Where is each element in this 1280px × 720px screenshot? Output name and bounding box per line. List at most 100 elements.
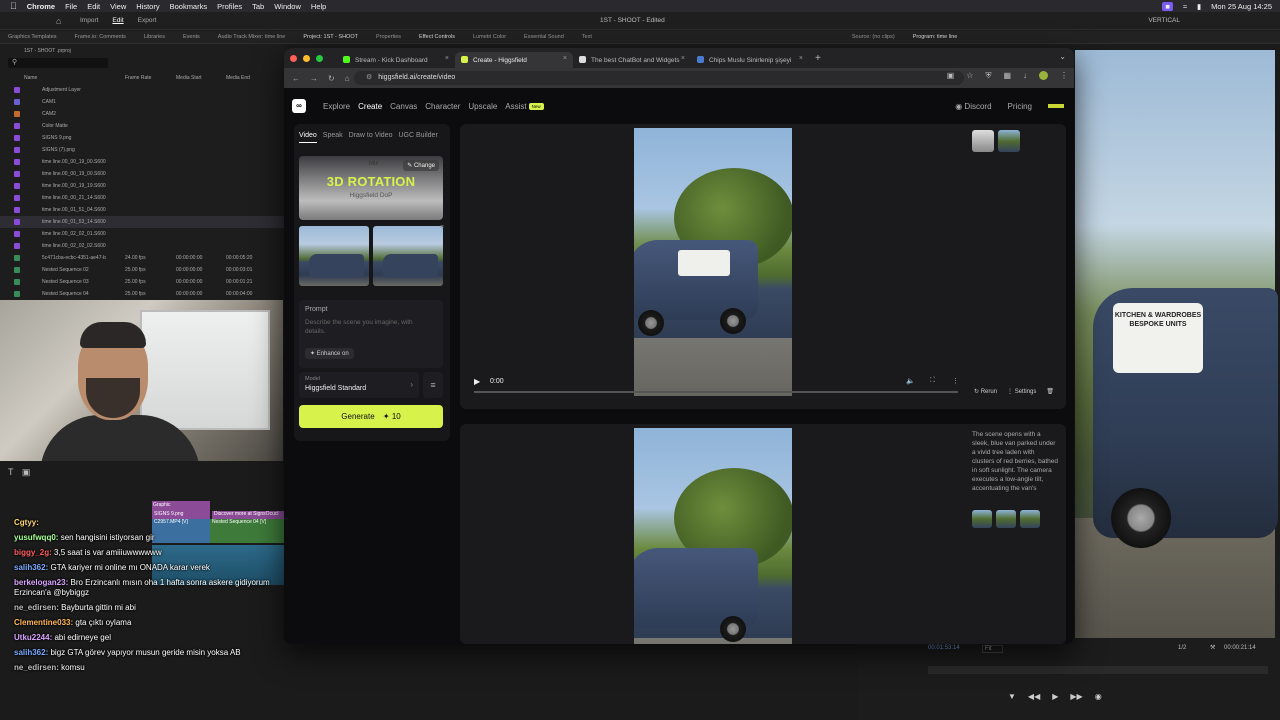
nav-character[interactable]: Character bbox=[425, 102, 460, 111]
prompt-input[interactable]: Describe the scene you imagine, with det… bbox=[305, 318, 433, 336]
column-media-start[interactable]: Media Start bbox=[176, 75, 202, 81]
browser-tab[interactable]: Create - Higgsfield × bbox=[455, 52, 573, 68]
label-color-swatch[interactable] bbox=[14, 255, 20, 261]
cast-icon[interactable]: ▣ bbox=[947, 71, 955, 81]
text-box-icon[interactable]: ▣ bbox=[22, 467, 31, 477]
project-item[interactable]: time line.00_01_53_14.S600 bbox=[0, 216, 285, 228]
menu-edit[interactable]: Edit bbox=[87, 2, 100, 11]
video-frame[interactable] bbox=[634, 428, 792, 644]
panel-tab[interactable]: Program: time line bbox=[913, 34, 958, 40]
browser-tab[interactable]: Chips Muslu Sinirlenip şişeyi × bbox=[691, 52, 809, 68]
battery-icon[interactable]: ▮ bbox=[1197, 2, 1201, 11]
step-back-icon[interactable]: ◀◀ bbox=[1028, 692, 1040, 701]
label-color-swatch[interactable] bbox=[14, 279, 20, 285]
step-forward-icon[interactable]: ▶▶ bbox=[1070, 692, 1082, 701]
home-icon[interactable]: ⌂ bbox=[345, 74, 350, 83]
tab-export[interactable]: Export bbox=[138, 17, 157, 24]
menu-bookmarks[interactable]: Bookmarks bbox=[170, 2, 208, 11]
panel-tab[interactable]: Libraries bbox=[144, 34, 165, 40]
nav-explore[interactable]: Explore bbox=[323, 102, 350, 111]
project-item[interactable]: Nested Sequence 03 25.00 fps 00:00:00:00 00… bbox=[0, 276, 285, 288]
tab-draw-to-video[interactable]: Draw to Video bbox=[349, 132, 393, 143]
panel-tab[interactable]: Project: 1ST - SHOOT bbox=[303, 34, 358, 40]
prompt-box[interactable]: Prompt Describe the scene you imagine, w… bbox=[299, 300, 443, 368]
play-icon[interactable]: ▶ bbox=[474, 377, 480, 386]
tab-import[interactable]: Import bbox=[80, 17, 98, 24]
shield-icon[interactable]: ⛨ bbox=[985, 71, 991, 81]
volume-icon[interactable]: 🔈 bbox=[906, 377, 915, 385]
panel-tab[interactable]: Properties bbox=[376, 34, 401, 40]
video-frame[interactable] bbox=[634, 128, 792, 396]
camera-icon[interactable]: ◉ bbox=[1095, 692, 1102, 701]
back-icon[interactable]: ← bbox=[292, 74, 300, 83]
panel-tab[interactable]: Graphics Templates bbox=[8, 34, 57, 40]
panel-tab[interactable]: Events bbox=[183, 34, 200, 40]
panel-tab[interactable]: Essential Sound bbox=[524, 34, 564, 40]
label-color-swatch[interactable] bbox=[14, 147, 20, 153]
change-effect-button[interactable]: ✎ Change bbox=[403, 160, 439, 171]
menu-window[interactable]: Window bbox=[274, 2, 301, 11]
asset-thumbnail[interactable] bbox=[998, 130, 1020, 152]
marker-icon[interactable]: ▼ bbox=[1008, 692, 1016, 701]
start-frame-thumbnail[interactable] bbox=[299, 226, 369, 286]
project-item[interactable]: CAM1 bbox=[0, 96, 285, 108]
rerun-button[interactable]: ↻ Rerun bbox=[974, 388, 997, 395]
asset-thumbnail[interactable] bbox=[972, 130, 994, 152]
scrub-bar[interactable] bbox=[928, 666, 1268, 674]
label-color-swatch[interactable] bbox=[14, 87, 20, 93]
panel-tab[interactable]: Source: (no clips) bbox=[852, 34, 895, 40]
project-search[interactable]: ⚲ bbox=[8, 58, 108, 68]
project-item[interactable]: time line.00_00_21_14.S600 bbox=[0, 192, 285, 204]
discord-link[interactable]: ◉ Discord bbox=[955, 102, 991, 111]
browser-tab[interactable]: Stream - Kick Dashboard × bbox=[337, 52, 455, 68]
column-name[interactable]: Name bbox=[24, 75, 37, 81]
project-item[interactable]: Color Matte bbox=[0, 120, 285, 132]
chat-username[interactable]: ne_edirsen: bbox=[14, 663, 59, 672]
label-color-swatch[interactable] bbox=[14, 135, 20, 141]
project-item[interactable]: time line.00_00_19_19.S600 bbox=[0, 180, 285, 192]
tab-video[interactable]: Video bbox=[299, 132, 317, 143]
label-color-swatch[interactable] bbox=[14, 123, 20, 129]
project-item[interactable]: time line.00_00_19_00.S600 bbox=[0, 156, 285, 168]
profile-avatar[interactable] bbox=[1039, 71, 1048, 80]
chat-username[interactable]: yusufwqq0: bbox=[14, 533, 58, 542]
new-tab-button[interactable]: + bbox=[815, 53, 821, 64]
nav-canvas[interactable]: Canvas bbox=[390, 102, 417, 111]
record-icon[interactable]: ■ bbox=[1162, 1, 1173, 11]
zoom-select[interactable]: Fit bbox=[982, 645, 1003, 653]
project-item[interactable]: SIGNS (7).png bbox=[0, 144, 285, 156]
menubar-clock[interactable]: Mon 25 Aug 14:25 bbox=[1211, 2, 1272, 11]
label-color-swatch[interactable] bbox=[14, 99, 20, 105]
apple-icon[interactable]:  bbox=[10, 1, 17, 11]
project-item[interactable]: Adjustment Layer bbox=[0, 84, 285, 96]
settings-button[interactable]: ⋮ Settings bbox=[1007, 388, 1036, 395]
extensions-icon[interactable]: ▦ bbox=[1003, 71, 1011, 81]
effect-card[interactable]: Mix ✎ Change 3D ROTATION Higgsfield DoP bbox=[299, 156, 443, 220]
menu-app-name[interactable]: Chrome bbox=[27, 2, 55, 11]
tab-ugc-builder[interactable]: UGC Builder bbox=[398, 132, 437, 143]
label-color-swatch[interactable] bbox=[14, 243, 20, 249]
delete-icon[interactable]: 🗑 bbox=[1046, 388, 1054, 395]
remove-frame-icon[interactable]: × bbox=[440, 224, 444, 231]
tab-speak[interactable]: Speak bbox=[323, 132, 343, 143]
close-tab-icon[interactable]: × bbox=[563, 55, 567, 62]
end-frame-thumbnail[interactable] bbox=[373, 226, 443, 286]
url-field[interactable]: ⚙ higgsfield.ai/create/video bbox=[354, 71, 964, 85]
tab-edit[interactable]: Edit bbox=[112, 17, 123, 24]
label-color-swatch[interactable] bbox=[14, 195, 20, 201]
bookmark-star-icon[interactable]: ☆ bbox=[966, 71, 973, 81]
chat-username[interactable]: Utku2244: bbox=[14, 633, 52, 642]
chat-username[interactable]: Cgtyy: bbox=[14, 518, 39, 527]
more-options-icon[interactable]: ⋮ bbox=[952, 377, 959, 385]
panel-tab[interactable]: Audio Track Mixer: time line bbox=[218, 34, 286, 40]
settings-sliders-button[interactable]: ≡ bbox=[423, 372, 443, 398]
download-icon[interactable]: ↓ bbox=[1023, 71, 1027, 81]
text-tool-icon[interactable]: T bbox=[8, 467, 13, 477]
label-color-swatch[interactable] bbox=[14, 267, 20, 273]
forward-icon[interactable]: → bbox=[310, 74, 318, 83]
project-item[interactable]: time line.00_00_19_00.S600 bbox=[0, 168, 285, 180]
menu-help[interactable]: Help bbox=[311, 2, 326, 11]
timecode-right[interactable]: 00:00:21:14 bbox=[1224, 645, 1256, 651]
menu-history[interactable]: History bbox=[136, 2, 159, 11]
higgsfield-logo[interactable]: ∞ bbox=[292, 99, 306, 113]
